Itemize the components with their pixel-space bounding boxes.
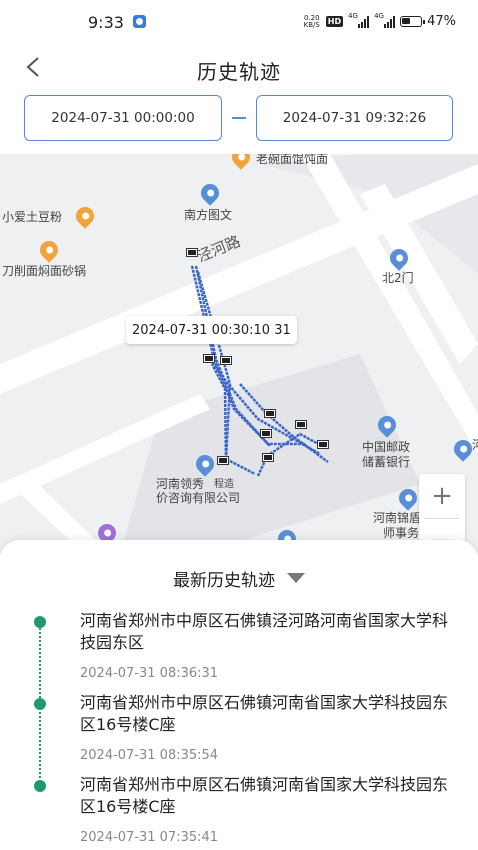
timeline-dot-icon [34, 698, 46, 710]
poi-label[interactable]: 刀削面焖面砂锅 [2, 262, 86, 279]
poi-label[interactable]: 小爱土豆粉 [2, 208, 62, 225]
date-range: 2024-07-31 00:00:00 2024-07-31 09:32:26 [0, 95, 478, 145]
track-marker[interactable] [295, 420, 307, 429]
start-date-field[interactable]: 2024-07-31 00:00:00 [24, 95, 222, 141]
history-time: 2024-07-31 08:36:31 [80, 666, 219, 681]
status-time: 9:33 [88, 13, 124, 32]
zoom-in-button[interactable]: + [419, 474, 465, 518]
end-date-field[interactable]: 2024-07-31 09:32:26 [256, 95, 453, 141]
signal-icon-2: 4G [374, 12, 396, 28]
date-separator [232, 117, 246, 119]
signal-label: 4G [348, 11, 358, 20]
track-marker[interactable] [317, 440, 329, 449]
history-title: 最新历史轨迹 [173, 570, 275, 591]
network-speed: 0.20 KB/S [303, 14, 321, 29]
poi-label[interactable]: 程造 [214, 475, 234, 490]
history-time: 2024-07-31 08:35:54 [80, 748, 219, 763]
track-marker[interactable] [220, 356, 232, 365]
poi-label[interactable]: 河 [472, 436, 478, 453]
poi-label[interactable]: 储蓄银行 [362, 453, 410, 470]
history-header[interactable]: 最新历史轨迹 [0, 558, 478, 598]
track-time-bubble: 2024-07-31 00:30:10 31 [126, 316, 297, 344]
triangle-down-icon [287, 573, 305, 583]
hd-icon: HD [325, 16, 344, 27]
battery-percent: 47% [427, 14, 456, 29]
poi-label[interactable]: 老碗面馄饨面 [256, 154, 328, 167]
history-time: 2024-07-31 07:35:41 [80, 830, 219, 845]
track-marker[interactable] [203, 354, 215, 363]
track-marker[interactable] [260, 429, 272, 438]
app-notification-icon [133, 15, 146, 28]
poi-label[interactable]: 价咨询有限公司 [156, 489, 240, 506]
history-address: 河南省郑州市中原区石佛镇泾河路河南省国家大学科技园东区 [80, 611, 449, 652]
poi-label[interactable]: 北2门 [382, 269, 414, 286]
timeline-dot-icon [34, 616, 46, 628]
map-view[interactable]: 老碗面馄饨面 南方图文 小爱土豆粉 刀削面焖面砂锅 泾河路 北2门 中国邮政 储… [0, 154, 478, 554]
poi-label[interactable]: 南方图文 [184, 206, 232, 223]
page-title: 历史轨迹 [197, 60, 281, 84]
signal-label-2: 4G [374, 11, 384, 20]
status-bar: 9:33 0.20 KB/S HD 4G 4G 47% [0, 0, 478, 44]
status-indicators: 0.20 KB/S HD 4G 4G 47% [303, 12, 456, 30]
history-address: 河南省郑州市中原区石佛镇河南省国家大学科技园东区16号楼C座 [80, 693, 449, 734]
timeline-dot-icon [34, 780, 46, 792]
track-marker[interactable] [264, 409, 276, 418]
track-marker[interactable] [217, 456, 229, 465]
header: 历史轨迹 [0, 44, 478, 90]
track-marker[interactable] [262, 453, 274, 462]
history-address: 河南省郑州市中原区石佛镇河南省国家大学科技园东区16号楼C座 [80, 775, 449, 816]
network-speed-unit: KB/S [303, 20, 320, 29]
history-sheet: 最新历史轨迹 河南省郑州市中原区石佛镇泾河路河南省国家大学科技园东区 2024-… [0, 540, 478, 850]
battery-icon [400, 16, 426, 27]
signal-icon: 4G [348, 12, 370, 28]
